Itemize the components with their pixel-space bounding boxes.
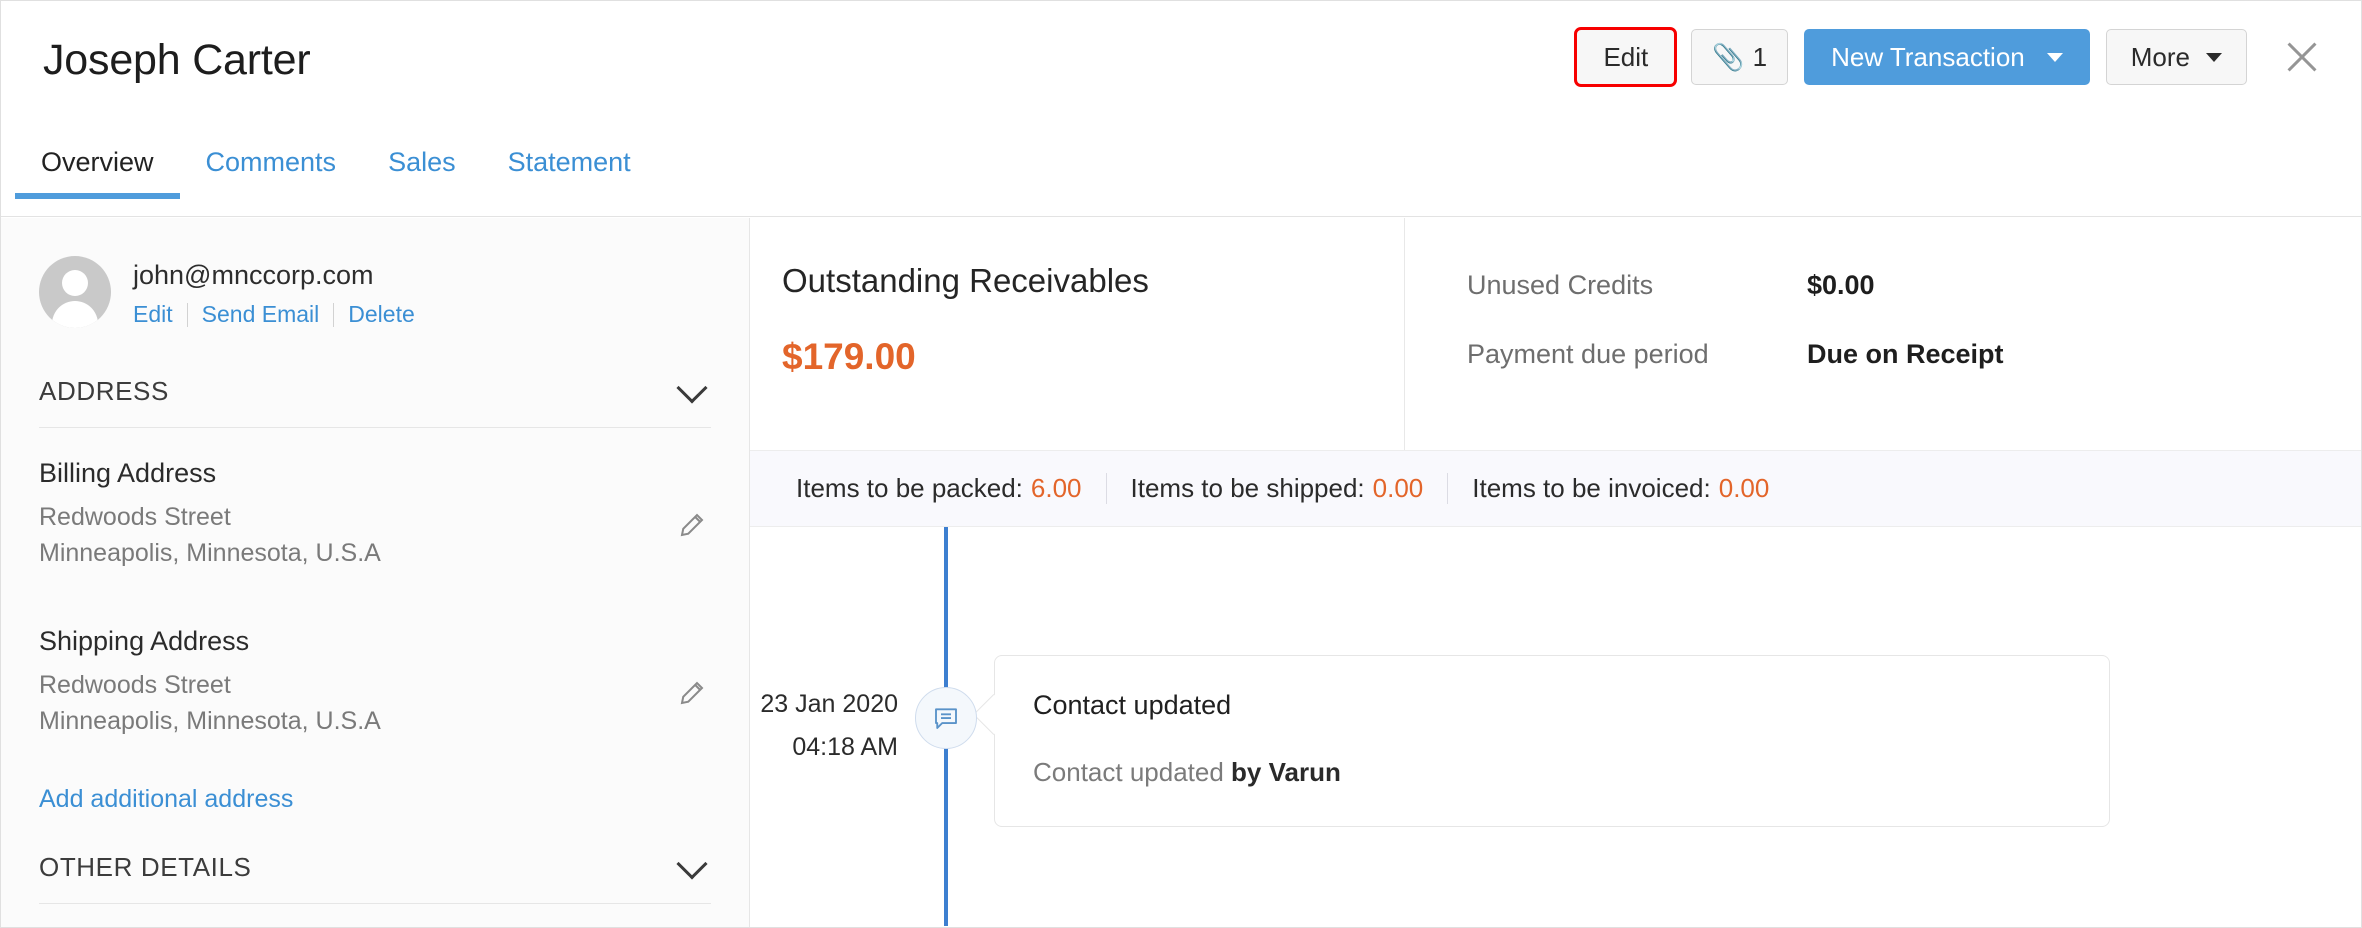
contact-detail-page: Joseph Carter Edit 📎 1 New Transaction M…	[0, 0, 2362, 928]
tab-bar: Overview Comments Sales Statement	[1, 149, 2361, 217]
attachments-button[interactable]: 📎 1	[1691, 29, 1789, 85]
new-transaction-label: New Transaction	[1831, 41, 2025, 72]
billing-address-line2: Minneapolis, Minnesota, U.S.A	[39, 539, 381, 568]
timeline-card-title: Contact updated	[1033, 690, 1232, 720]
timeline-date: 23 Jan 2020	[760, 690, 898, 718]
more-button[interactable]: More	[2105, 29, 2247, 85]
details-card: Unused Credits $0.00 Payment due period …	[1405, 218, 2361, 450]
more-label: More	[2130, 41, 2190, 72]
contact-edit-link[interactable]: Edit	[133, 301, 187, 328]
item-value: 6.00	[1030, 473, 1082, 503]
close-icon[interactable]	[2279, 34, 2325, 80]
chevron-down-icon	[676, 847, 708, 880]
timeline-timestamp: 23 Jan 2020 04:18 AM	[750, 655, 922, 768]
contact-send-email-link[interactable]: Send Email	[188, 301, 334, 328]
detail-label: Payment due period	[1467, 339, 1709, 369]
tab-sales[interactable]: Sales	[362, 149, 482, 198]
shipping-address-block: Shipping Address Redwoods Street Minneap…	[39, 626, 711, 740]
tab-comments[interactable]: Comments	[180, 149, 363, 198]
billing-address-block: Billing Address Redwoods Street Minneapo…	[39, 458, 711, 572]
page-body: john@mnccorp.com Edit Send Email Delete …	[1, 218, 2361, 927]
overview-panel: Outstanding Receivables $179.00 Unused C…	[750, 218, 2361, 927]
receivables-title: Outstanding Receivables	[782, 262, 1149, 299]
chevron-down-icon	[2206, 52, 2222, 62]
timeline-entry: 23 Jan 2020 04:18 AM Contact updated Con…	[750, 655, 2361, 827]
receivables-amount: $179.00	[782, 336, 916, 377]
item-value: 0.00	[1718, 473, 1770, 503]
contact-summary: john@mnccorp.com Edit Send Email Delete	[39, 218, 711, 328]
detail-row-unused-credits: Unused Credits $0.00	[1467, 270, 2361, 301]
comment-bubble-icon	[915, 687, 977, 749]
detail-label: Unused Credits	[1467, 270, 1654, 300]
item-label: Items to be invoiced:	[1472, 473, 1711, 503]
pencil-icon[interactable]	[677, 678, 707, 708]
receivables-card: Outstanding Receivables $179.00	[750, 218, 1405, 450]
billing-address-line1: Redwoods Street	[39, 503, 231, 531]
pencil-icon[interactable]	[677, 510, 707, 540]
page-title: Joseph Carter	[43, 36, 311, 84]
items-to-be-shipped[interactable]: Items to be shipped: 0.00	[1105, 473, 1448, 504]
tab-statement[interactable]: Statement	[482, 149, 657, 198]
shipping-address-line2: Minneapolis, Minnesota, U.S.A	[39, 706, 381, 735]
billing-address-title: Billing Address	[39, 458, 217, 488]
detail-row-payment-due-period: Payment due period Due on Receipt	[1467, 339, 2361, 370]
timeline-time: 04:18 AM	[792, 732, 898, 761]
section-title: OTHER DETAILS	[39, 852, 252, 882]
paperclip-icon: 📎	[1712, 42, 1745, 72]
items-to-be-packed[interactable]: Items to be packed: 6.00	[772, 473, 1106, 504]
items-to-be-invoiced[interactable]: Items to be invoiced: 0.00	[1447, 473, 1793, 504]
chevron-down-icon	[676, 371, 708, 404]
item-label: Items to be packed:	[796, 473, 1023, 503]
contact-sidebar: john@mnccorp.com Edit Send Email Delete …	[1, 218, 750, 927]
chevron-down-icon	[2046, 52, 2063, 62]
avatar	[39, 256, 111, 328]
item-value: 0.00	[1372, 473, 1424, 503]
timeline-card-actor: by Varun	[1231, 757, 1341, 787]
header-action-bar: Edit 📎 1 New Transaction More	[1574, 27, 2325, 87]
items-status-bar: Items to be packed: 6.00 Items to be shi…	[750, 451, 2361, 527]
shipping-address-line1: Redwoods Street	[39, 670, 231, 699]
edit-button[interactable]: Edit	[1574, 27, 1678, 87]
activity-timeline: 23 Jan 2020 04:18 AM Contact updated Con…	[750, 527, 2361, 926]
timeline-card-subject: Contact updated	[1033, 757, 1224, 787]
tab-overview[interactable]: Overview	[15, 149, 180, 199]
section-header-address[interactable]: ADDRESS	[39, 371, 711, 428]
section-title: ADDRESS	[39, 376, 169, 406]
shipping-address-title: Shipping Address	[39, 625, 250, 656]
contact-action-links: Edit Send Email Delete	[133, 301, 429, 328]
summary-section: Outstanding Receivables $179.00 Unused C…	[750, 218, 2361, 451]
add-additional-address-link[interactable]: Add additional address	[39, 785, 293, 814]
contact-email: john@mnccorp.com	[133, 260, 374, 290]
new-transaction-button[interactable]: New Transaction	[1804, 29, 2090, 85]
contact-delete-link[interactable]: Delete	[334, 301, 428, 328]
detail-value: Due on Receipt	[1807, 339, 2004, 369]
page-header: Joseph Carter Edit 📎 1 New Transaction M…	[1, 1, 2361, 217]
timeline-card-subtitle: Contact updated by Varun	[1033, 757, 2071, 788]
attachment-count: 1	[1752, 41, 1768, 72]
timeline-card[interactable]: Contact updated Contact updated by Varun	[994, 655, 2110, 827]
section-header-other-details[interactable]: OTHER DETAILS	[39, 847, 711, 904]
detail-value: $0.00	[1807, 270, 1875, 300]
item-label: Items to be shipped:	[1130, 473, 1365, 503]
